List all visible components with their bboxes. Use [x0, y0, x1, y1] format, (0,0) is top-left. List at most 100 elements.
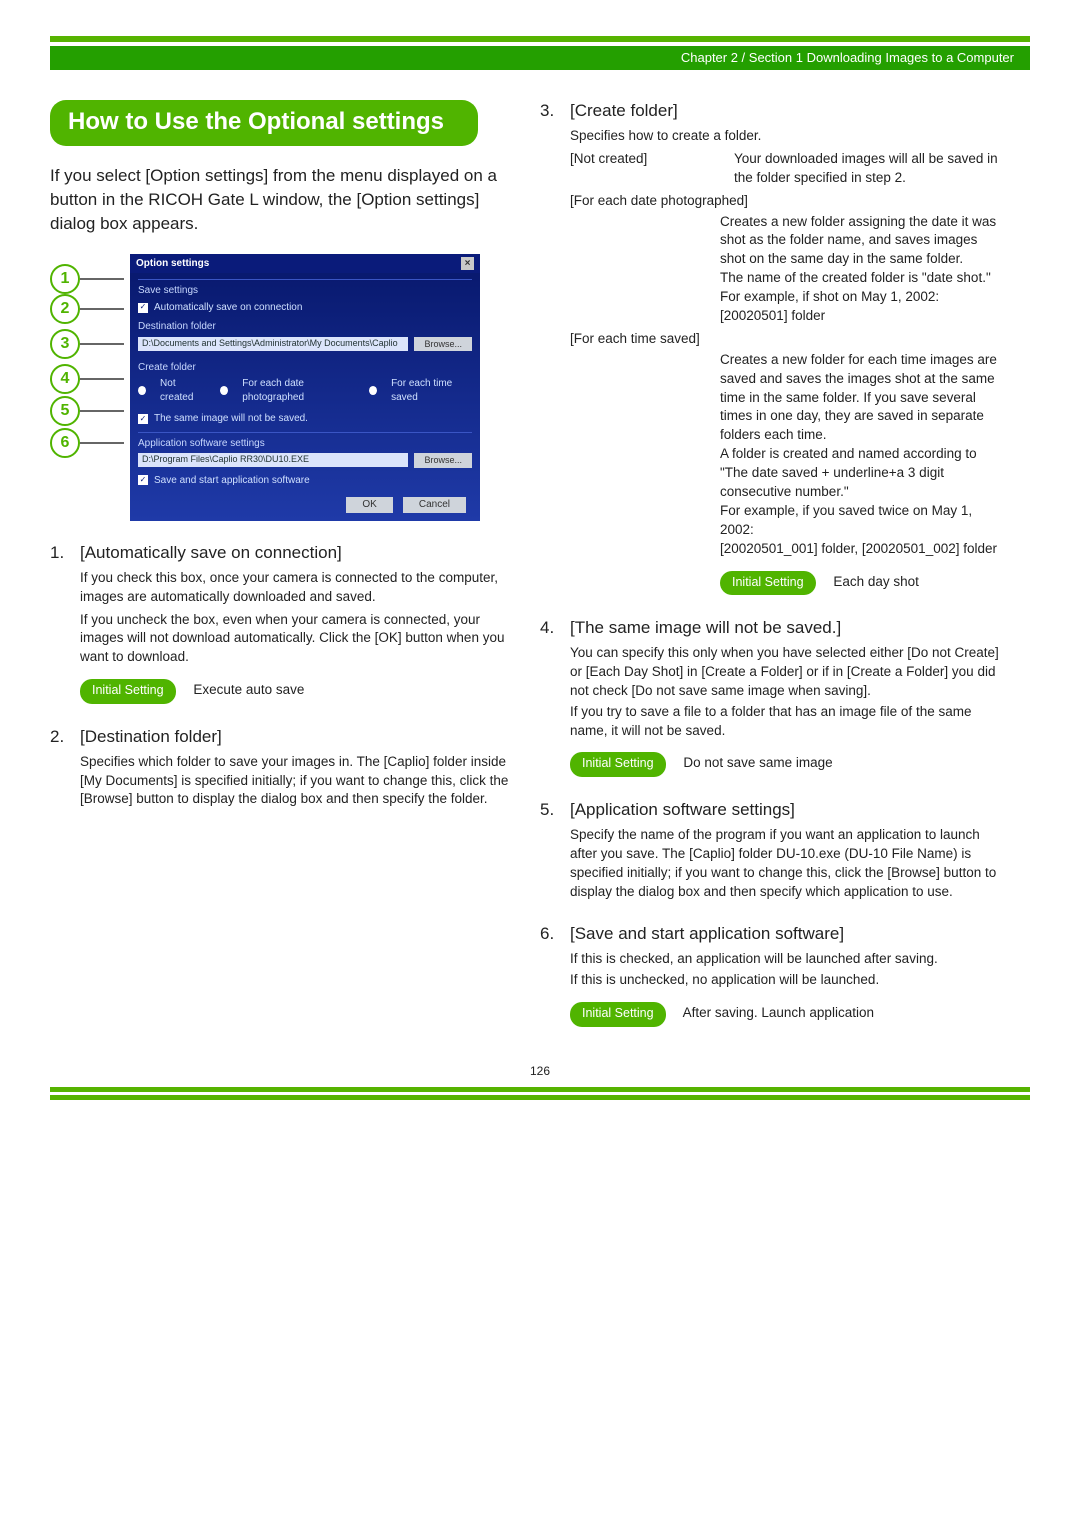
paragraph: If this is unchecked, no application wil… — [570, 971, 1000, 990]
auto-save-checkbox[interactable]: ✓ — [138, 303, 148, 313]
initial-setting-value: After saving. Launch application — [683, 1005, 874, 1020]
paragraph: If you uncheck the box, even when your c… — [80, 611, 510, 668]
cancel-button[interactable]: Cancel — [403, 497, 466, 513]
each-time-radio[interactable] — [369, 386, 377, 395]
initial-setting-value: Execute auto save — [193, 682, 304, 697]
callout-5: 5 — [50, 396, 80, 426]
item-body: If this is checked, an application will … — [570, 950, 1000, 1026]
callout-line — [80, 278, 124, 280]
group-label: Application software settings — [138, 437, 472, 451]
app-path-field[interactable]: D:\Program Files\Caplio RR30\DU10.EXE — [138, 453, 408, 467]
callout-3: 3 — [50, 329, 80, 359]
lead-text: Specifies how to create a folder. — [570, 127, 1000, 146]
dialog-title: Option settings — [136, 257, 209, 271]
same-image-label: The same image will not be saved. — [154, 412, 308, 426]
def-not-created: [Not created] Your downloaded images wil… — [570, 150, 1000, 188]
right-list: [Create folder] Specifies how to create … — [540, 100, 1000, 1027]
item-body: Specify the name of the program if you w… — [570, 826, 1000, 902]
def-each-date: [For each date photographed] Creates a n… — [570, 192, 1000, 326]
def-desc: Creates a new folder assigning the date … — [570, 213, 1000, 326]
item-body: You can specify this only when you have … — [570, 644, 1000, 777]
page-number: 126 — [50, 1063, 1030, 1079]
group-label: Save settings — [138, 284, 472, 298]
initial-setting-line: Initial Setting Each day shot — [570, 565, 1000, 596]
save-start-checkbox[interactable]: ✓ — [138, 475, 148, 485]
callout-2: 2 — [50, 294, 80, 324]
item-title: [Create folder] — [570, 100, 1000, 123]
browse-button[interactable]: Browse... — [414, 337, 472, 351]
item-4: [The same image will not be saved.] You … — [540, 617, 1000, 777]
def-term: [For each date photographed] — [570, 192, 1000, 211]
def-each-time: [For each time saved] Creates a new fold… — [570, 330, 1000, 559]
item-title: [Application software settings] — [570, 799, 1000, 822]
each-date-radio[interactable] — [220, 386, 228, 395]
page: Chapter 2 / Section 1 Downloading Images… — [0, 0, 1080, 1528]
item-body: Specifies which folder to save your imag… — [80, 753, 510, 810]
def-term: [For each time saved] — [570, 330, 1000, 349]
paragraph: You can specify this only when you have … — [570, 644, 1000, 701]
top-rule — [50, 36, 1030, 42]
initial-setting-line: Initial Setting Do not save same image — [570, 746, 1000, 777]
def-term: [Not created] — [570, 150, 720, 188]
dialog-buttons: OK Cancel — [130, 491, 480, 513]
dest-folder-label: Destination folder — [138, 320, 472, 334]
ok-button[interactable]: OK — [346, 497, 392, 513]
left-column: How to Use the Optional settings If you … — [50, 100, 510, 1049]
left-list: [Automatically save on connection] If yo… — [50, 542, 510, 810]
breadcrumb: Chapter 2 / Section 1 Downloading Images… — [681, 49, 1014, 67]
def-desc: Creates a new folder for each time image… — [570, 351, 1000, 559]
save-settings-group: Save settings ✓ Automatically save on co… — [138, 279, 472, 426]
item-body: Specifies how to create a folder. [Not c… — [570, 127, 1000, 595]
each-time-label: For each time saved — [391, 377, 472, 404]
item-body: If you check this box, once your camera … — [80, 569, 510, 704]
initial-setting-line: Initial Setting Execute auto save — [80, 673, 510, 704]
create-folder-label: Create folder — [138, 361, 472, 375]
item-1: [Automatically save on connection] If yo… — [50, 542, 510, 704]
close-icon[interactable]: × — [461, 257, 474, 270]
paragraph: If you check this box, once your camera … — [80, 569, 510, 607]
option-settings-figure: 1 2 3 4 5 6 Option settings × Save setti… — [50, 254, 510, 514]
item-3: [Create folder] Specifies how to create … — [540, 100, 1000, 595]
callout-1: 1 — [50, 264, 80, 294]
browse-button[interactable]: Browse... — [414, 453, 472, 467]
paragraph: If this is checked, an application will … — [570, 950, 1000, 969]
callout-4: 4 — [50, 364, 80, 394]
same-image-checkbox[interactable]: ✓ — [138, 414, 148, 424]
paragraph: If you try to save a file to a folder th… — [570, 703, 1000, 741]
app-settings-group: Application software settings D:\Program… — [138, 432, 472, 487]
initial-setting-pill: Initial Setting — [80, 679, 176, 704]
callouts: 1 2 3 4 5 6 — [50, 264, 124, 458]
not-created-radio[interactable] — [138, 386, 146, 395]
item-title: [The same image will not be saved.] — [570, 617, 1000, 640]
right-column: [Create folder] Specifies how to create … — [540, 100, 1000, 1049]
section-title: How to Use the Optional settings — [50, 100, 478, 146]
save-start-label: Save and start application software — [154, 474, 310, 488]
item-5: [Application software settings] Specify … — [540, 799, 1000, 902]
footer-rule — [50, 1095, 1030, 1100]
initial-setting-line: Initial Setting After saving. Launch app… — [570, 996, 1000, 1027]
not-created-label: Not created — [160, 377, 206, 404]
breadcrumb-bar: Chapter 2 / Section 1 Downloading Images… — [50, 46, 1030, 70]
def-desc: Your downloaded images will all be saved… — [734, 150, 1000, 188]
callout-line — [80, 308, 124, 310]
item-title: [Destination folder] — [80, 726, 510, 749]
initial-setting-pill: Initial Setting — [720, 571, 816, 596]
columns: How to Use the Optional settings If you … — [50, 100, 1030, 1049]
footer-rule — [50, 1087, 1030, 1092]
dest-folder-field[interactable]: D:\Documents and Settings\Administrator\… — [138, 337, 408, 351]
item-6: [Save and start application software] If… — [540, 923, 1000, 1026]
initial-setting-pill: Initial Setting — [570, 1002, 666, 1027]
option-settings-dialog: Option settings × Save settings ✓ Automa… — [130, 254, 480, 521]
callout-line — [80, 378, 124, 380]
item-2: [Destination folder] Specifies which fol… — [50, 726, 510, 810]
each-date-label: For each date photographed — [242, 377, 355, 404]
callout-line — [80, 343, 124, 345]
dialog-title-bar: Option settings × — [130, 254, 480, 274]
initial-setting-value: Each day shot — [833, 574, 919, 589]
item-title: [Automatically save on connection] — [80, 542, 510, 565]
callout-6: 6 — [50, 428, 80, 458]
item-title: [Save and start application software] — [570, 923, 1000, 946]
initial-setting-value: Do not save same image — [683, 755, 832, 770]
initial-setting-pill: Initial Setting — [570, 752, 666, 777]
callout-line — [80, 410, 124, 412]
